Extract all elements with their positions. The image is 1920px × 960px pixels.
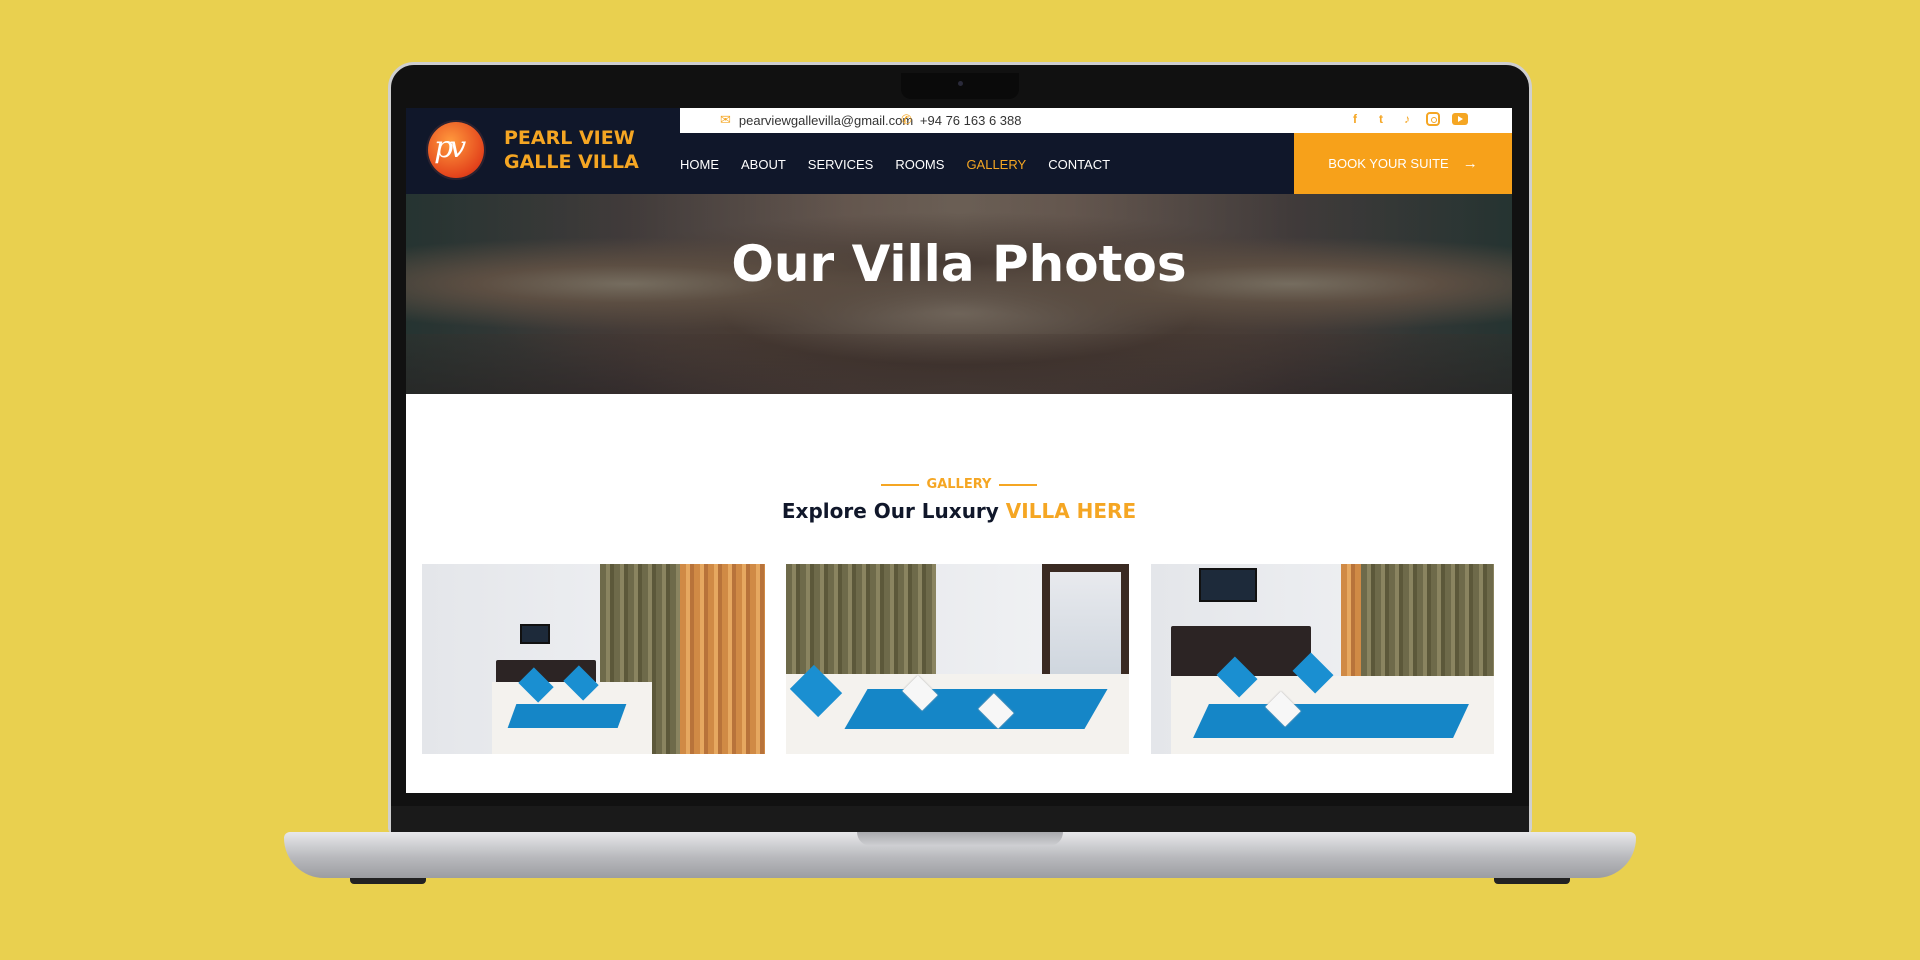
contact-topbar: ✉ pearviewgallevilla@gmail.com ✆ +94 76 … — [680, 108, 1512, 133]
envelope-icon: ✉ — [720, 112, 731, 127]
email-text: pearviewgallevilla@gmail.com — [738, 112, 914, 128]
photo-bed-runner — [844, 689, 1108, 729]
gallery-photo-1[interactable] — [422, 564, 765, 754]
logo-monogram: pv — [434, 130, 466, 165]
photo-curtain-sheer — [680, 564, 765, 754]
photo-bed-runner — [507, 704, 627, 728]
site-header: pv PEARL VIEW GALLE VILLA ✉ pearviewgall… — [406, 108, 1512, 194]
instagram-icon[interactable] — [1426, 112, 1440, 126]
laptop-foot-left — [350, 878, 426, 884]
laptop-opening-notch — [857, 832, 1063, 846]
brand-name: PEARL VIEW GALLE VILLA — [504, 126, 639, 174]
section-title-prefix: Explore Our Luxury — [781, 499, 999, 523]
facebook-icon[interactable]: f — [1348, 112, 1362, 126]
page-hero: Our Villa Photos — [406, 194, 1512, 394]
phone-text: +94 76 163 6 388 — [919, 112, 1022, 128]
laptop-foot-right — [1494, 878, 1570, 884]
nav-gallery[interactable]: GALLERY — [966, 157, 1026, 172]
laptop-chin — [391, 806, 1529, 832]
brand-name-line2: GALLE VILLA — [504, 151, 639, 173]
camera-icon — [958, 81, 963, 86]
photo-wall-art — [520, 624, 550, 644]
gallery-photo-3[interactable] — [1151, 564, 1494, 754]
photo-bed-runner — [1193, 704, 1469, 738]
twitter-icon[interactable]: t — [1374, 112, 1388, 126]
laptop-base — [284, 832, 1636, 878]
tiktok-icon[interactable]: ♪ — [1400, 112, 1414, 126]
tag-line-left — [880, 483, 919, 486]
nav-services[interactable]: SERVICES — [808, 157, 874, 172]
section-title: Explore Our Luxury VILLA HERE — [406, 499, 1512, 523]
nav-about[interactable]: ABOUT — [741, 157, 786, 172]
phone-contact[interactable]: ✆ +94 76 163 6 388 — [901, 112, 1021, 128]
photo-wall-art — [1199, 568, 1257, 602]
brand-name-line1: PEARL VIEW — [504, 127, 635, 149]
email-contact[interactable]: ✉ pearviewgallevilla@gmail.com — [720, 112, 913, 128]
site-logo[interactable]: pv PEARL VIEW GALLE VILLA — [428, 122, 639, 178]
book-suite-button[interactable]: BOOK YOUR SUITE → — [1294, 133, 1512, 194]
section-tag: GALLERY — [406, 477, 1512, 492]
camera-notch — [901, 73, 1019, 99]
section-tag-label: GALLERY — [926, 477, 992, 492]
nav-rooms[interactable]: ROOMS — [895, 157, 944, 172]
nav-home[interactable]: HOME — [680, 157, 719, 172]
main-nav: HOME ABOUT SERVICES ROOMS GALLERY CONTAC… — [680, 157, 1132, 172]
youtube-icon[interactable] — [1452, 113, 1468, 125]
book-suite-label: BOOK YOUR SUITE — [1328, 156, 1449, 171]
logo-mark-icon: pv — [428, 122, 484, 178]
section-title-highlight: VILLA HERE — [1005, 499, 1137, 523]
gallery-photo-2[interactable] — [786, 564, 1129, 754]
social-links: f t ♪ — [1348, 112, 1468, 126]
photo-mirror — [1042, 564, 1129, 682]
tag-line-right — [999, 483, 1038, 486]
photo-gallery — [422, 564, 1496, 754]
arrow-right-icon: → — [1462, 155, 1478, 172]
nav-contact[interactable]: CONTACT — [1048, 157, 1110, 172]
hero-floor-shade — [406, 334, 1512, 394]
phone-icon: ✆ — [901, 112, 912, 127]
page-title: Our Villa Photos — [731, 235, 1187, 293]
website-screen: pv PEARL VIEW GALLE VILLA ✉ pearviewgall… — [406, 108, 1512, 793]
